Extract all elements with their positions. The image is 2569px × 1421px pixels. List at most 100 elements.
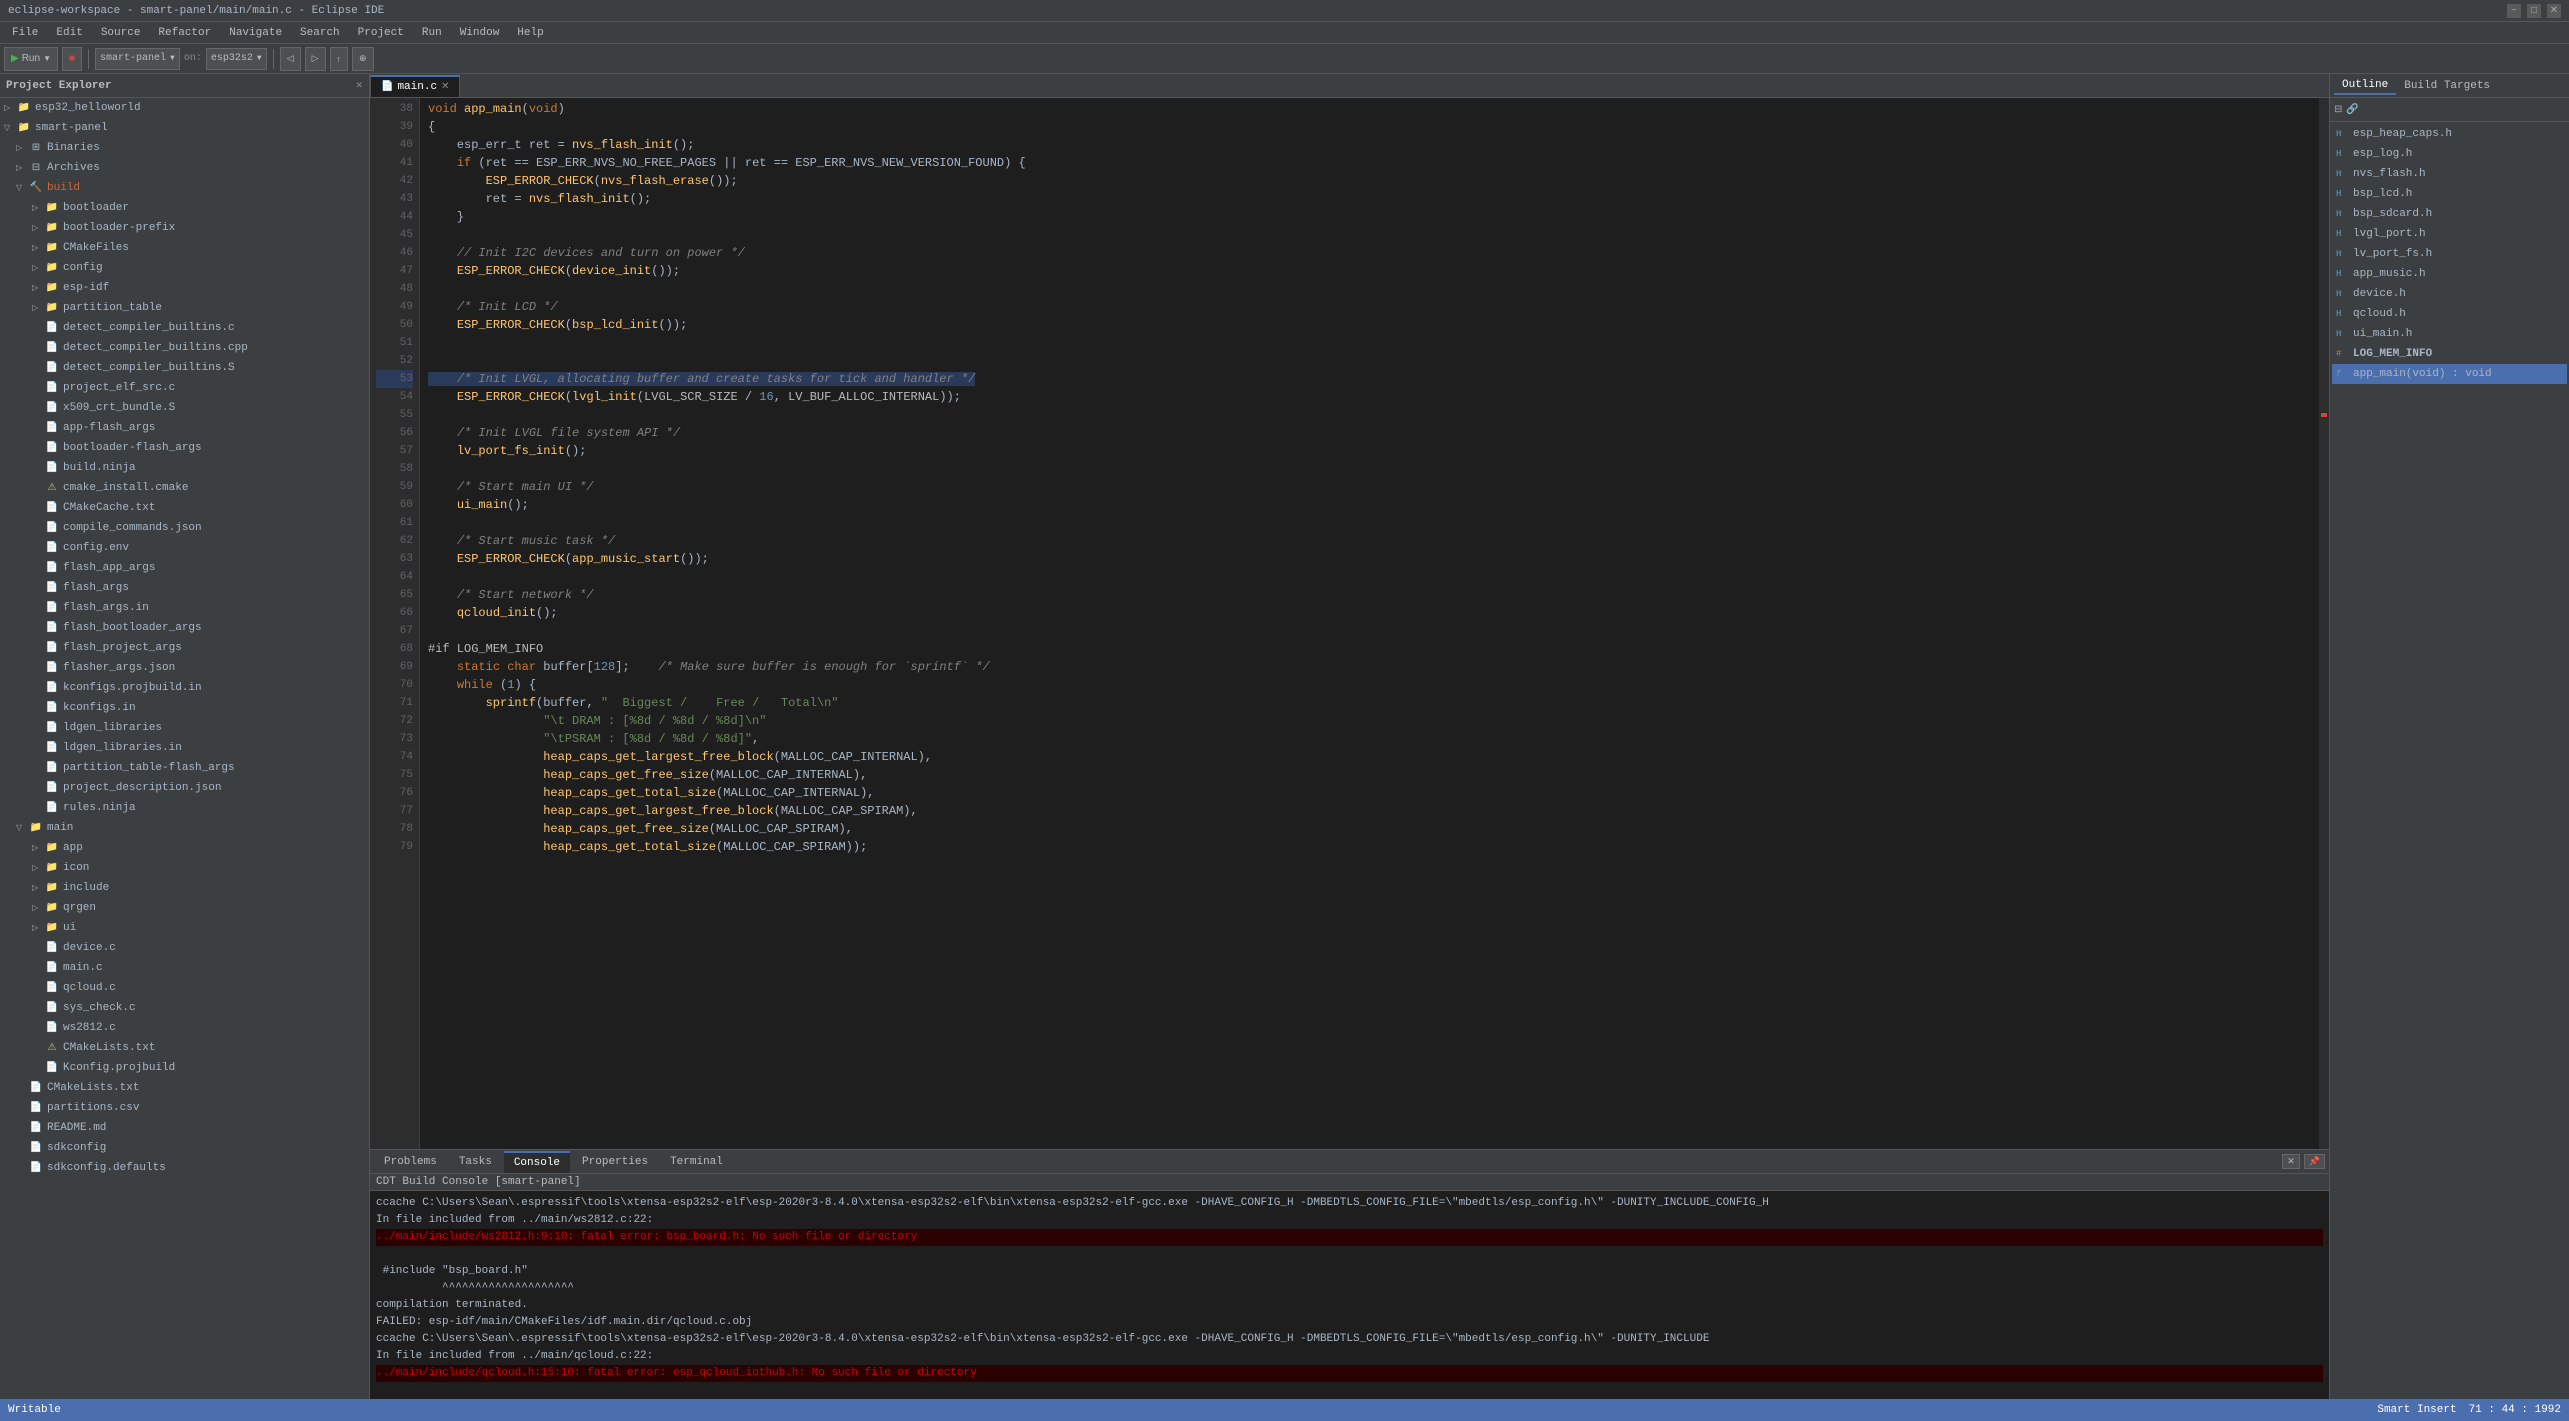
tree-item-cmake-install[interactable]: ▷ ⚠ cmake_install.cmake bbox=[0, 478, 369, 498]
outline-item-log-mem-info[interactable]: # LOG_MEM_INFO bbox=[2332, 344, 2567, 364]
tree-item-qcloud-c[interactable]: ▷ 📄 qcloud.c bbox=[0, 978, 369, 998]
outline-item-lv-port-fs[interactable]: H lv_port_fs.h bbox=[2332, 244, 2567, 264]
tree-item-partition-table-flash-args[interactable]: ▷ 📄 partition_table-flash_args bbox=[0, 758, 369, 778]
tree-item-compile-commands[interactable]: ▷ 📄 compile_commands.json bbox=[0, 518, 369, 538]
console-clear-button[interactable]: ✕ bbox=[2282, 1154, 2300, 1169]
tree-item-flasher-args[interactable]: ▷ 📄 flasher_args.json bbox=[0, 658, 369, 678]
tree-item-cmakelists-main[interactable]: ▷ ⚠ CMakeLists.txt bbox=[0, 1038, 369, 1058]
outline-item-lvgl-port[interactable]: H lvgl_port.h bbox=[2332, 224, 2567, 244]
outline-item-app-music[interactable]: H app_music.h bbox=[2332, 264, 2567, 284]
tree-item-esp-idf[interactable]: ▷ 📁 esp-idf bbox=[0, 278, 369, 298]
outline-content[interactable]: H esp_heap_caps.h H esp_log.h H nvs_flas… bbox=[2330, 122, 2569, 1399]
tab-problems[interactable]: Problems bbox=[374, 1151, 447, 1173]
project-explorer-close[interactable]: ✕ bbox=[355, 81, 363, 91]
tree-item-config[interactable]: ▷ 📁 config bbox=[0, 258, 369, 278]
tree-item-config-env[interactable]: ▷ 📄 config.env bbox=[0, 538, 369, 558]
tab-terminal[interactable]: Terminal bbox=[660, 1151, 733, 1173]
menu-search[interactable]: Search bbox=[292, 25, 348, 41]
close-button[interactable]: ✕ bbox=[2547, 4, 2561, 18]
toolbar-btn-4[interactable]: ⊕ bbox=[352, 47, 374, 71]
tree-item-archives[interactable]: ▷ ⊟ Archives bbox=[0, 158, 369, 178]
menu-navigate[interactable]: Navigate bbox=[221, 25, 290, 41]
project-tree[interactable]: ▷ 📁 esp32_helloworld ▽ 📁 smart-panel ▷ ⊞… bbox=[0, 98, 369, 1399]
tab-console[interactable]: Console bbox=[504, 1151, 570, 1173]
outline-item-esp-heap-caps[interactable]: H esp_heap_caps.h bbox=[2332, 124, 2567, 144]
console-pin-button[interactable]: 📌 bbox=[2304, 1154, 2325, 1169]
tree-item-sys-check-c[interactable]: ▷ 📄 sys_check.c bbox=[0, 998, 369, 1018]
tree-item-detect-builtins-cpp[interactable]: ▷ 📄 detect_compiler_builtins.cpp bbox=[0, 338, 369, 358]
tree-item-main[interactable]: ▽ 📁 main bbox=[0, 818, 369, 838]
toolbar-btn-3[interactable]: ↑ bbox=[330, 47, 349, 71]
tree-item-cmake-cache[interactable]: ▷ 📄 CMakeCache.txt bbox=[0, 498, 369, 518]
tree-item-main-ui[interactable]: ▷ 📁 ui bbox=[0, 918, 369, 938]
tree-item-rules-ninja[interactable]: ▷ 📄 rules.ninja bbox=[0, 798, 369, 818]
outline-item-ui-main[interactable]: H ui_main.h bbox=[2332, 324, 2567, 344]
tree-item-device-c[interactable]: ▷ 📄 device.c bbox=[0, 938, 369, 958]
console-content[interactable]: ccache C:\Users\Sean\.espressif\tools\xt… bbox=[370, 1191, 2329, 1399]
tree-item-ldgen-libraries[interactable]: ▷ 📄 ldgen_libraries bbox=[0, 718, 369, 738]
tree-item-esp32helloworld[interactable]: ▷ 📁 esp32_helloworld bbox=[0, 98, 369, 118]
tree-item-sdkconfig[interactable]: ▷ 📄 sdkconfig bbox=[0, 1138, 369, 1158]
tree-item-readme[interactable]: ▷ 📄 README.md bbox=[0, 1118, 369, 1138]
tree-item-build[interactable]: ▽ 🔨 build bbox=[0, 178, 369, 198]
tab-tasks[interactable]: Tasks bbox=[449, 1151, 502, 1173]
menu-edit[interactable]: Edit bbox=[48, 25, 90, 41]
target-dropdown[interactable]: esp32s2 ▼ bbox=[206, 48, 267, 70]
outline-item-nvs-flash[interactable]: H nvs_flash.h bbox=[2332, 164, 2567, 184]
outline-collapse-button[interactable]: ⊟ bbox=[2334, 104, 2342, 115]
stop-button[interactable]: ■ bbox=[62, 47, 82, 71]
tree-item-x509[interactable]: ▷ 📄 x509_crt_bundle.S bbox=[0, 398, 369, 418]
outline-item-bsp-lcd[interactable]: H bsp_lcd.h bbox=[2332, 184, 2567, 204]
tab-properties[interactable]: Properties bbox=[572, 1151, 658, 1173]
tree-item-cmakelists-root[interactable]: ▷ 📄 CMakeLists.txt bbox=[0, 1078, 369, 1098]
tree-item-flash-args-in[interactable]: ▷ 📄 flash_args.in bbox=[0, 598, 369, 618]
outline-item-device[interactable]: H device.h bbox=[2332, 284, 2567, 304]
outline-item-qcloud[interactable]: H qcloud.h bbox=[2332, 304, 2567, 324]
run-dropdown-arrow[interactable]: ▼ bbox=[43, 54, 51, 63]
tree-item-detect-builtins-s[interactable]: ▷ 📄 detect_compiler_builtins.S bbox=[0, 358, 369, 378]
tree-item-flash-project-args[interactable]: ▷ 📄 flash_project_args bbox=[0, 638, 369, 658]
tree-item-project-elf[interactable]: ▷ 📄 project_elf_src.c bbox=[0, 378, 369, 398]
tree-item-main-icon[interactable]: ▷ 📁 icon bbox=[0, 858, 369, 878]
tree-item-main-include[interactable]: ▷ 📁 include bbox=[0, 878, 369, 898]
tree-item-project-description[interactable]: ▷ 📄 project_description.json bbox=[0, 778, 369, 798]
tree-item-smart-panel[interactable]: ▽ 📁 smart-panel bbox=[0, 118, 369, 138]
menu-project[interactable]: Project bbox=[350, 25, 412, 41]
tree-item-bootloader-prefix[interactable]: ▷ 📁 bootloader-prefix bbox=[0, 218, 369, 238]
outline-item-bsp-sdcard[interactable]: H bsp_sdcard.h bbox=[2332, 204, 2567, 224]
minimize-button[interactable]: − bbox=[2507, 4, 2521, 18]
tree-item-app-flash-args[interactable]: ▷ 📄 app-flash_args bbox=[0, 418, 369, 438]
tree-item-partition-table[interactable]: ▷ 📁 partition_table bbox=[0, 298, 369, 318]
tree-item-bootloader-flash-args[interactable]: ▷ 📄 bootloader-flash_args bbox=[0, 438, 369, 458]
tree-item-partitions-csv[interactable]: ▷ 📄 partitions.csv bbox=[0, 1098, 369, 1118]
tree-item-build-ninja[interactable]: ▷ 📄 build.ninja bbox=[0, 458, 369, 478]
tree-item-sdkconfig-defaults[interactable]: ▷ 📄 sdkconfig.defaults bbox=[0, 1158, 369, 1178]
run-button[interactable]: ▶ Run ▼ bbox=[4, 47, 58, 71]
tree-item-ws2812-c[interactable]: ▷ 📄 ws2812.c bbox=[0, 1018, 369, 1038]
tree-item-kconfig-projbuild[interactable]: ▷ 📄 Kconfig.projbuild bbox=[0, 1058, 369, 1078]
menu-file[interactable]: File bbox=[4, 25, 46, 41]
tree-item-main-app[interactable]: ▷ 📁 app bbox=[0, 838, 369, 858]
menu-source[interactable]: Source bbox=[93, 25, 149, 41]
tab-main-c[interactable]: 📄 main.c ✕ bbox=[370, 75, 460, 97]
outline-item-esp-log[interactable]: H esp_log.h bbox=[2332, 144, 2567, 164]
menu-help[interactable]: Help bbox=[509, 25, 551, 41]
project-dropdown[interactable]: smart-panel ▼ bbox=[95, 48, 180, 70]
tree-item-flash-bootloader-args[interactable]: ▷ 📄 flash_bootloader_args bbox=[0, 618, 369, 638]
code-content[interactable]: void app_main(void) { esp_err_t ret = nv… bbox=[420, 98, 2319, 1149]
tree-item-kconfigs-projbuild[interactable]: ▷ 📄 kconfigs.projbuild.in bbox=[0, 678, 369, 698]
tree-item-main-qrgen[interactable]: ▷ 📁 qrgen bbox=[0, 898, 369, 918]
tree-item-flash-app-args[interactable]: ▷ 📄 flash_app_args bbox=[0, 558, 369, 578]
outline-item-app-main[interactable]: f app_main(void) : void bbox=[2332, 364, 2567, 384]
menu-run[interactable]: Run bbox=[414, 25, 450, 41]
tree-item-detect-builtins-c[interactable]: ▷ 📄 detect_compiler_builtins.c bbox=[0, 318, 369, 338]
tree-item-cmakefiles[interactable]: ▷ 📁 CMakeFiles bbox=[0, 238, 369, 258]
tree-item-bootloader[interactable]: ▷ 📁 bootloader bbox=[0, 198, 369, 218]
tree-item-ldgen-libraries-in[interactable]: ▷ 📄 ldgen_libraries.in bbox=[0, 738, 369, 758]
tree-item-main-c[interactable]: ▷ 📄 main.c bbox=[0, 958, 369, 978]
tree-item-binaries[interactable]: ▷ ⊞ Binaries bbox=[0, 138, 369, 158]
toolbar-btn-2[interactable]: ▷ bbox=[305, 47, 326, 71]
tab-build-targets[interactable]: Build Targets bbox=[2396, 78, 2498, 94]
menu-refactor[interactable]: Refactor bbox=[150, 25, 219, 41]
maximize-button[interactable]: □ bbox=[2527, 4, 2541, 18]
